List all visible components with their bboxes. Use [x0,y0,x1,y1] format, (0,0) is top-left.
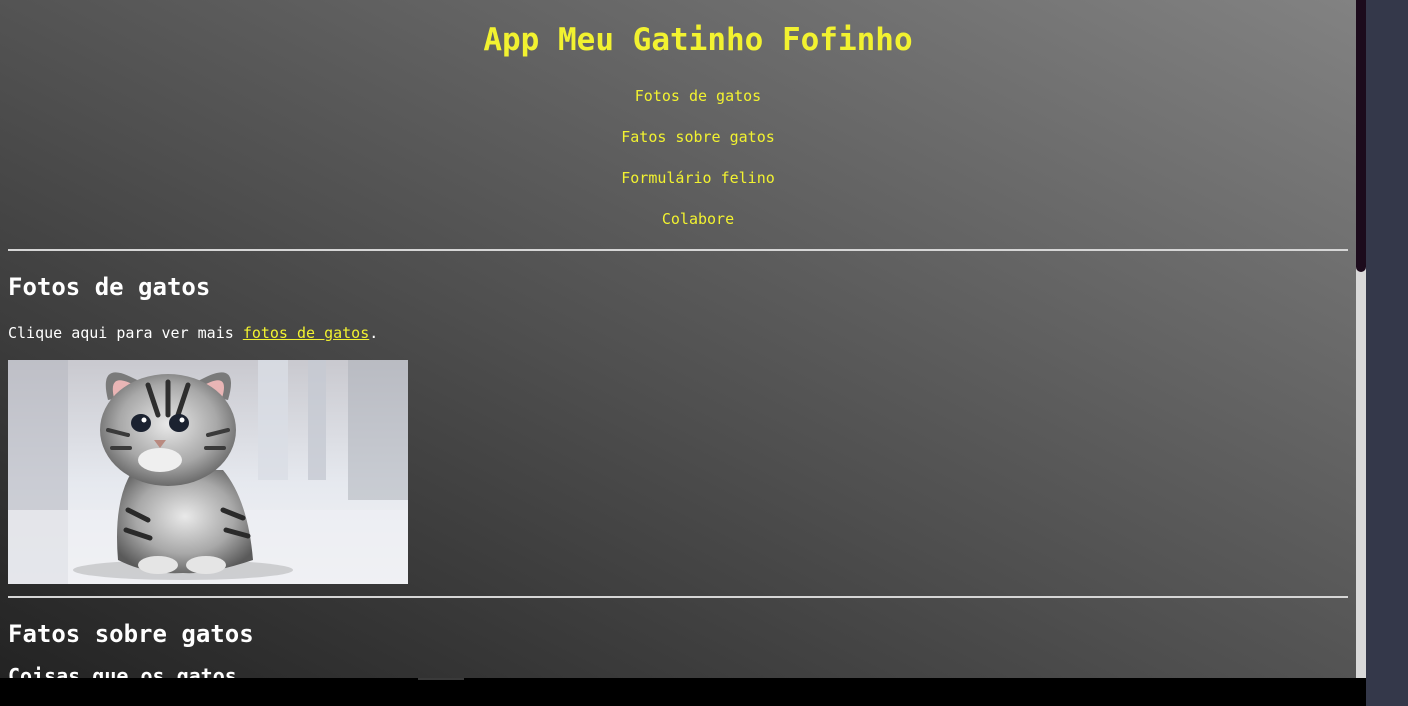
section-title-fatos: Fatos sobre gatos [8,620,254,648]
page-title: App Meu Gatinho Fofinho [483,22,913,58]
photos-paragraph: Clique aqui para ver mais fotos de gatos… [8,324,378,342]
nav-link-formulario[interactable]: Formulário felino [0,168,1356,209]
divider-top [8,249,1348,251]
main-nav: Fotos de gatos Fatos sobre gatos Formulá… [0,86,1356,250]
page-viewport: App Meu Gatinho Fofinho Fotos de gatos F… [0,0,1356,678]
nav-link-fotos[interactable]: Fotos de gatos [0,86,1356,127]
nav-link-fatos[interactable]: Fatos sobre gatos [0,127,1356,168]
photos-paragraph-end: . [369,324,379,342]
section-title-fotos: Fotos de gatos [8,273,211,301]
taskbar [0,678,1366,706]
taskbar-tab-indicator[interactable] [418,678,464,680]
nav-link-colabore[interactable]: Colabore [0,209,1356,250]
divider-bottom [8,596,1348,598]
facts-subheading: Coisas que os gatos [8,664,237,678]
scrollbar-thumb[interactable] [1356,0,1366,272]
photos-paragraph-text: Clique aqui para ver mais [8,324,243,342]
cat-photo[interactable] [8,360,408,584]
cat-photos-link[interactable]: fotos de gatos [243,324,369,342]
side-panel [1366,0,1408,706]
